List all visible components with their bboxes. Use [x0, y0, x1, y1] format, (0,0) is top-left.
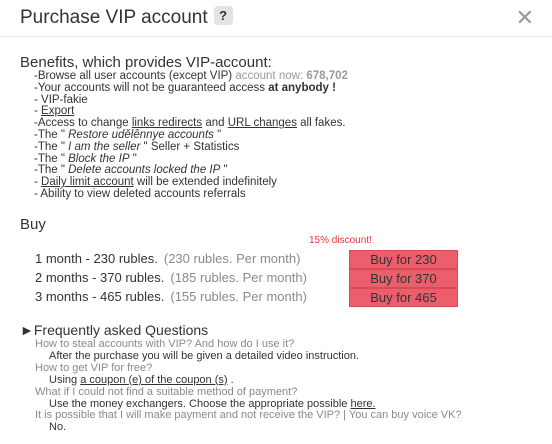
benefits-list: -Browse all user accounts (except VIP) a…: [34, 70, 540, 201]
faq-answer: Using a coupon (e) of the coupon (s) .: [49, 373, 234, 386]
dialog-title: Purchase VIP account?: [20, 6, 233, 29]
discount-badge: 15% discount!: [309, 235, 372, 246]
dialog-title-text: Purchase VIP account: [20, 7, 208, 28]
faq-answer: No.: [49, 421, 67, 434]
url-changes-link[interactable]: URL changes: [228, 117, 297, 129]
benefit-item: - VIP-fakie: [34, 93, 88, 106]
export-link[interactable]: Export: [41, 105, 74, 117]
faq-heading[interactable]: ►Frequently asked Questions: [20, 322, 208, 338]
coupon-link[interactable]: a coupon (e) of the coupon (s): [80, 374, 227, 386]
buy-230-button[interactable]: Buy for 230: [349, 250, 458, 269]
benefit-item: -Your accounts will not be guaranteed ac…: [34, 81, 336, 94]
faq-list: How to steal accounts with VIP? And how …: [35, 338, 462, 434]
benefits-heading: Benefits, which provides VIP-account:: [20, 54, 272, 71]
help-icon[interactable]: ?: [213, 6, 233, 25]
daily-limit-link[interactable]: Daily limit account: [41, 176, 134, 188]
benefit-item: - Ability to view deleted accounts refer…: [34, 187, 246, 200]
plan-row: 2 months - 370 rubles. (185 rubles. Per m…: [35, 270, 307, 285]
links-redirects-link[interactable]: links redirects: [132, 117, 202, 129]
plan-row: 1 month - 230 rubles. (230 rubles. Per mo…: [35, 251, 301, 266]
faq-question: It is possible that I will make payment …: [35, 409, 462, 422]
buy-370-button[interactable]: Buy for 370: [349, 269, 458, 288]
buy-heading: Buy: [20, 216, 46, 233]
benefits-section: Benefits, which provides VIP-account: -B…: [20, 54, 540, 201]
close-icon[interactable]: ✕: [516, 5, 534, 31]
exchangers-link[interactable]: here.: [350, 398, 375, 410]
buy-465-button[interactable]: Buy for 465: [349, 288, 458, 307]
plan-row: 3 months - 465 rubles. (155 rubles. Per m…: [35, 289, 307, 304]
dialog-header: Purchase VIP account? ✕: [0, 0, 552, 37]
